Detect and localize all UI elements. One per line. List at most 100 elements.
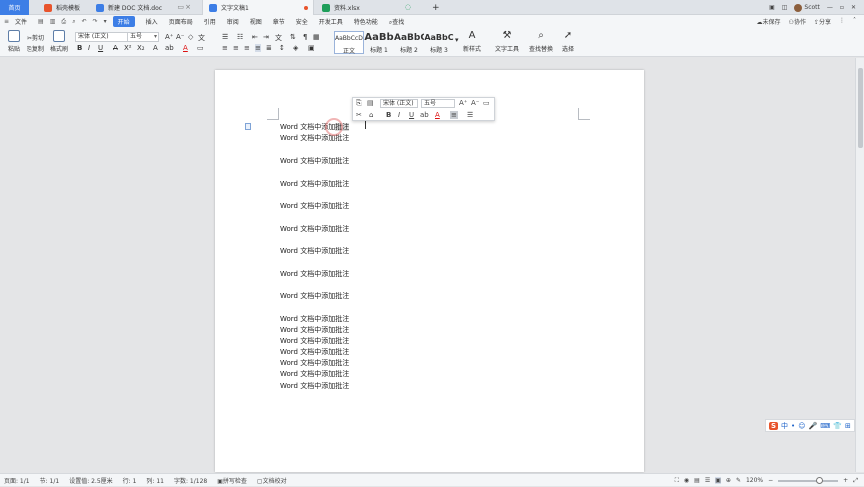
bold-icon[interactable]: B xyxy=(77,44,82,52)
customize-dropdown-icon[interactable]: ▾ xyxy=(104,18,107,25)
unsaved-button[interactable]: ☁未保存 xyxy=(757,17,781,26)
zoom-out-icon[interactable]: − xyxy=(768,477,773,484)
vertical-scrollbar[interactable] xyxy=(855,58,864,472)
ime-toolbox-icon[interactable]: ⊞ xyxy=(845,422,851,430)
undo-icon[interactable]: ↶ xyxy=(82,18,87,25)
menu-references[interactable]: 引用 xyxy=(204,17,216,26)
eye-protect-icon[interactable]: ◉ xyxy=(684,477,689,484)
doc-line[interactable]: Word 文档中添加批注 xyxy=(280,269,349,279)
ime-chinese-mode[interactable]: 中 xyxy=(781,421,788,431)
menu-special-features[interactable]: 特色功能 xyxy=(354,17,378,26)
collapse-ribbon-icon[interactable]: ˄ xyxy=(853,17,856,26)
numbering-icon[interactable]: ☷ xyxy=(237,33,243,41)
paste-format-icon[interactable]: ▤ xyxy=(367,99,374,107)
grow-font-icon[interactable]: A⁺ xyxy=(165,33,173,41)
redo-icon[interactable]: ↷ xyxy=(93,18,98,25)
chinese-layout-icon[interactable]: 文 xyxy=(275,33,282,43)
paragraph-layout-icon[interactable] xyxy=(245,123,251,130)
highlight-icon[interactable]: ab xyxy=(165,44,174,52)
shrink-font-icon[interactable]: A⁻ xyxy=(471,99,479,107)
more-icon[interactable]: ⋮ xyxy=(839,17,845,26)
menu-developer[interactable]: 开发工具 xyxy=(319,17,343,26)
char-border-icon[interactable]: ▭ xyxy=(197,44,204,52)
bold-icon[interactable]: B xyxy=(386,111,391,119)
user-account[interactable]: Scott xyxy=(794,3,820,12)
align-right-icon[interactable]: ≡ xyxy=(244,44,250,52)
style-normal[interactable]: AaBbCcDd 正文 xyxy=(334,31,364,55)
underline-icon[interactable]: U xyxy=(409,111,414,119)
doc-line[interactable]: Word 文档中添加批注 xyxy=(280,314,349,324)
style-heading-2[interactable]: AaBbC 标题 2 xyxy=(394,31,424,54)
proofread-button[interactable]: ▢文档校对 xyxy=(257,476,287,485)
shading-icon[interactable]: ◈ xyxy=(293,44,298,52)
hamburger-icon[interactable]: ≡ xyxy=(4,18,9,25)
menu-security[interactable]: 安全 xyxy=(296,17,308,26)
highlight-icon[interactable]: ab xyxy=(420,111,429,119)
export-pdf-icon[interactable]: ▥ xyxy=(50,18,56,25)
outdent-icon[interactable]: ⇤ xyxy=(252,33,258,41)
doc-line[interactable]: Word 文档中添加批注 xyxy=(280,325,349,335)
new-tab-button[interactable]: + xyxy=(430,0,444,15)
copy-button[interactable]: ⎘复制 xyxy=(27,44,44,54)
style-heading-1[interactable]: AaBb 标题 1 xyxy=(364,31,394,54)
window-list-icon[interactable]: ▣ xyxy=(769,4,775,11)
tab-pin-icon[interactable]: ▭ xyxy=(177,3,184,11)
format-painter-button[interactable]: 格式刷 xyxy=(47,30,71,53)
indent-icon[interactable]: ⇥ xyxy=(263,33,269,41)
ime-punctuation-icon[interactable]: • xyxy=(791,422,795,430)
sync-icon[interactable]: ◌ xyxy=(405,3,411,11)
menu-page-layout[interactable]: 页面布局 xyxy=(169,17,193,26)
find-replace-button[interactable]: ⌕ 查找替换 xyxy=(527,30,555,53)
phonetic-icon[interactable]: 文 xyxy=(198,33,205,43)
tab-home[interactable]: 首页 xyxy=(0,0,29,15)
menu-file[interactable]: 文件 xyxy=(15,17,27,26)
zoom-in-icon[interactable]: + xyxy=(843,477,848,484)
italic-icon[interactable]: I xyxy=(88,44,90,52)
spell-check-button[interactable]: ▣拼写检查 xyxy=(217,476,247,485)
italic-icon[interactable]: I xyxy=(398,111,400,119)
bullets-icon[interactable]: ☰ xyxy=(222,33,228,41)
sogou-logo-icon[interactable]: S xyxy=(769,421,779,430)
style-icon[interactable]: ▭ xyxy=(483,99,490,107)
close-window-icon[interactable]: ✕ xyxy=(851,4,856,11)
cut-button[interactable]: ✂剪切 xyxy=(27,33,44,42)
doc-line[interactable]: Word 文档中添加批注 xyxy=(280,358,349,368)
style-heading-3[interactable]: AaBbC 标题 3 xyxy=(424,31,454,54)
ime-skin-icon[interactable]: 👕 xyxy=(833,422,842,430)
doc-line[interactable]: Word 文档中添加批注 xyxy=(280,347,349,357)
font-size-select[interactable]: 五号 xyxy=(127,32,159,42)
line-spacing-icon[interactable]: ☰ xyxy=(467,111,473,119)
print-layout-icon[interactable]: ▣ xyxy=(715,477,721,484)
font-color-icon[interactable]: A xyxy=(435,111,440,119)
justify-icon[interactable]: ≡ xyxy=(255,44,261,52)
line-spacing-icon[interactable]: ↕ xyxy=(279,44,285,52)
new-style-button[interactable]: A 新样式 xyxy=(460,30,484,53)
tab-new-doc[interactable]: 新建 DOC 文档.doc ▭ × xyxy=(90,0,196,15)
doc-line[interactable]: Word 文档中添加批注 xyxy=(280,246,349,256)
share-button[interactable]: ⇪分享 xyxy=(814,17,831,26)
doc-line[interactable]: Word 文档中添加批注 xyxy=(280,336,349,346)
select-button[interactable]: ➚ 选择 xyxy=(556,30,580,53)
tab-docer-templates[interactable]: 稻壳模板 xyxy=(38,0,84,15)
text-tools-button[interactable]: ⚒ 文字工具 xyxy=(493,30,521,53)
format-painter-icon[interactable]: ⌂ xyxy=(369,111,373,119)
doc-line[interactable]: Word 文档中添加批注 xyxy=(280,381,349,391)
web-view-icon[interactable]: ⊕ xyxy=(726,477,731,484)
zoom-slider-knob[interactable] xyxy=(816,476,824,484)
menu-section[interactable]: 章节 xyxy=(273,17,285,26)
show-marks-icon[interactable]: ¶ xyxy=(303,33,307,41)
text-effect-icon[interactable]: A xyxy=(153,44,158,52)
menu-search[interactable]: ⌕查找 xyxy=(389,17,404,27)
settings-icon[interactable]: ◫ xyxy=(782,4,788,11)
print-preview-icon[interactable]: ⌕ xyxy=(72,18,75,26)
tab-text-doc-1[interactable]: 文字文稿1 xyxy=(202,0,314,15)
outline-view-icon[interactable]: ☰ xyxy=(705,477,710,484)
subscript-icon[interactable]: X₂ xyxy=(137,44,145,52)
fit-page-icon[interactable]: ⤢ xyxy=(853,477,858,485)
tab-data-xlsx[interactable]: 资料.xlsx ◌ xyxy=(316,0,416,15)
underline-icon[interactable]: U xyxy=(98,44,103,52)
table-icon[interactable]: ▦ xyxy=(313,33,320,41)
shrink-font-icon[interactable]: A⁻ xyxy=(176,33,184,41)
fullscreen-icon[interactable]: ⛶ xyxy=(675,477,679,485)
doc-line[interactable]: Word 文档中添加批注 xyxy=(280,369,349,379)
